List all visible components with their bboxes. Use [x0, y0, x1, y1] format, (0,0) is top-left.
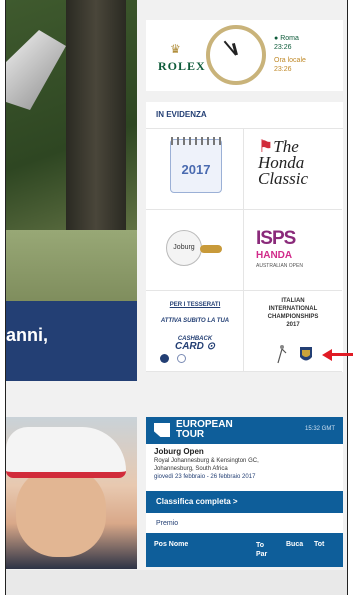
carousel-dots	[160, 350, 190, 368]
full-leaderboard-button[interactable]: Classifica completa >	[146, 491, 343, 513]
golf-ball-icon: Joburg	[166, 230, 202, 266]
hero-caption[interactable]: anni,	[6, 301, 137, 381]
italian-championships-text: ITALIAN INTERNATIONAL CHAMPIONSHIPS 2017	[267, 298, 319, 328]
leaderboard-header: Pos Nome To Par Buca Tot	[146, 533, 343, 567]
prize-label: Premio	[156, 520, 179, 527]
local-time: Ora locale 23:26	[274, 57, 306, 73]
col-buca: Buca	[286, 541, 304, 548]
left-column: anni,	[6, 0, 137, 595]
player-photo[interactable]	[6, 417, 137, 569]
player-cap-graphic	[6, 427, 126, 478]
carousel-dot-1[interactable]	[160, 354, 169, 363]
event-venue: Royal Johannesburg & Kensington GC,	[154, 458, 259, 464]
in-evidenza-panel: IN EVIDENZA 2017 ⚑The Honda Classic Jobu…	[146, 102, 343, 372]
isps-handa-tile[interactable]: ISPS HANDA AUSTRALIAN OPEN	[244, 210, 342, 291]
grass-graphic	[6, 230, 137, 305]
joburg-open-tile[interactable]: Joburg	[146, 210, 244, 291]
cashback-promo: PER I TESSERATI ATTIVA SUBITO LA TUA CAS…	[160, 302, 230, 352]
event-location: Johannesburg, South Africa	[154, 466, 228, 472]
bottom-band	[6, 570, 347, 595]
clock-icon	[206, 25, 266, 85]
col-pos-nome: Pos Nome	[154, 541, 189, 548]
rolex-widget[interactable]: ♛ ROLEX ● Roma 23:26 Ora locale 23:26	[146, 20, 343, 91]
tour-time: 15:32 GMT	[304, 426, 335, 432]
in-evidenza-title: IN EVIDENZA	[146, 102, 343, 129]
golf-club-graphic	[6, 30, 66, 110]
left-spacer	[6, 381, 137, 417]
crown-icon: ♛	[170, 42, 181, 56]
calendar-icon: 2017	[170, 137, 222, 193]
event-info: Joburg Open Royal Johannesburg & Kensing…	[154, 447, 339, 481]
tee-icon	[200, 245, 222, 253]
european-tour-header[interactable]: EUROPEAN TOUR 15:32 GMT	[146, 417, 343, 444]
calendar-tile[interactable]: 2017	[146, 129, 244, 210]
australian-open-label: AUSTRALIAN OPEN	[256, 263, 303, 269]
hero-caption-text: anni,	[6, 325, 49, 345]
rome-time: ● Roma 23:26	[274, 35, 299, 51]
arrow-left-icon	[322, 349, 332, 361]
col-to-par: To Par	[256, 542, 268, 558]
isps-logo: ISPS	[256, 228, 296, 249]
european-tour-logo-icon	[154, 423, 170, 437]
col-tot: Tot	[314, 541, 325, 548]
carousel-dot-2[interactable]	[177, 354, 187, 363]
event-dates: giovedì 23 febbraio - 26 febbraio 2017	[154, 474, 256, 480]
handa-label: HANDA	[256, 250, 293, 261]
european-tour-widget: EUROPEAN TOUR 15:32 GMT Joburg Open Roya…	[146, 417, 343, 567]
golfer-shield-icon	[277, 345, 312, 364]
european-tour-brand: EUROPEAN TOUR	[176, 419, 233, 440]
honda-classic-logo: ⚑The Honda Classic	[258, 137, 309, 188]
page-frame: anni, ♛ ROLEX ● Roma 23:26 Ora locale 23…	[5, 0, 348, 595]
player-face-graphic	[16, 467, 106, 557]
red-arrow-annotation	[322, 349, 353, 361]
rolex-logo: ROLEX	[158, 59, 206, 73]
honda-classic-tile[interactable]: ⚑The Honda Classic	[244, 129, 342, 210]
event-name: Joburg Open	[154, 447, 204, 456]
